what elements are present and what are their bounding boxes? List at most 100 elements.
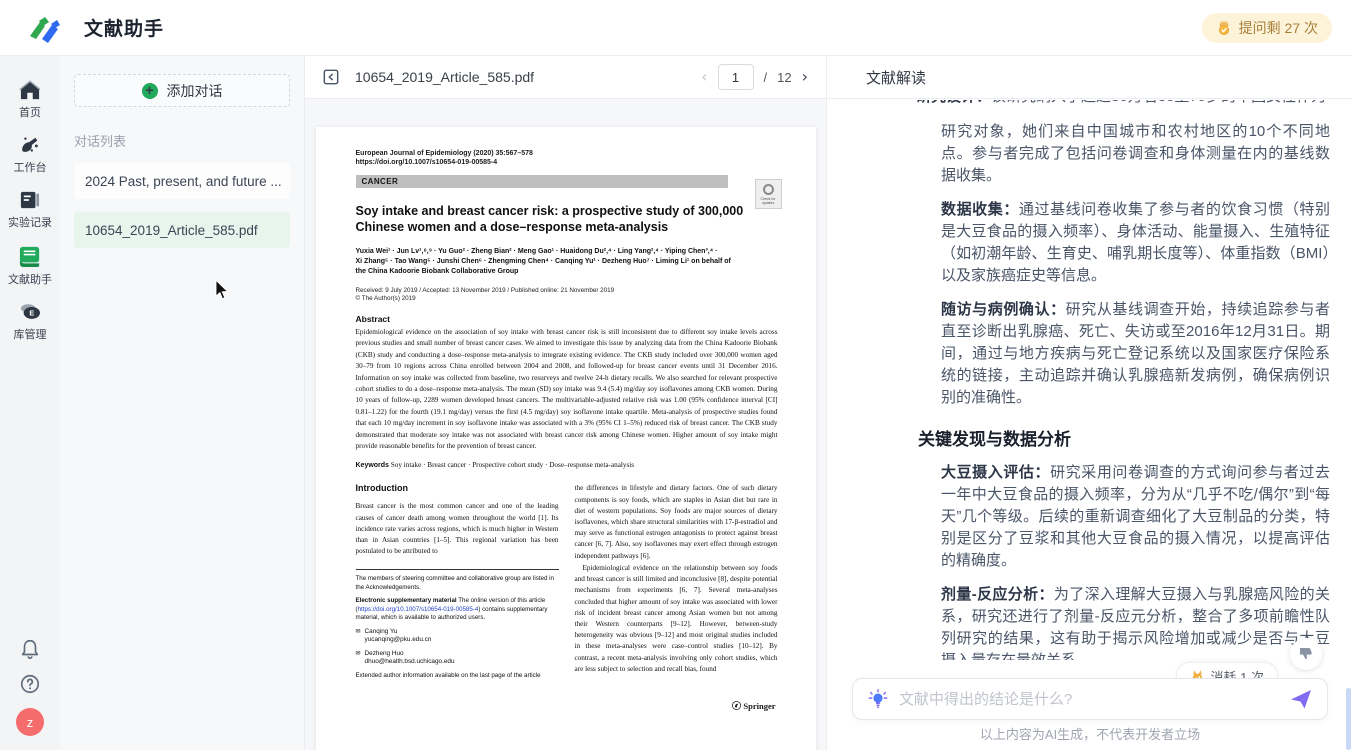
- database-icon: E: [18, 302, 42, 322]
- footnote-rule: [356, 569, 559, 570]
- introduction-heading: Introduction: [356, 483, 559, 493]
- contact-name: Canqing Yu: [365, 628, 398, 635]
- authors-line-2: Xi Zhang⁵ · Tao Wang⁵ · Junshi Chen⁶ · Z…: [356, 257, 778, 267]
- footnote-esm: Electronic supplementary material The on…: [356, 597, 559, 622]
- authors-line-3: the China Kadoorie Biobank Collaborative…: [356, 267, 778, 277]
- received-dates: Received: 9 July 2019 / Accepted: 13 Nov…: [356, 287, 778, 303]
- sidebar-item-home[interactable]: 首页: [19, 80, 41, 120]
- page-total: 12: [777, 70, 791, 85]
- analysis-paragraph-1: 研究对象，她们来自中国城市和农村地区的10个不同地点。参与者完成了包括问卷调查和…: [941, 121, 1330, 187]
- conversation-item[interactable]: 2024 Past, present, and future ...: [74, 163, 290, 199]
- paper-authors: Yuxia Wei¹ · Jun Lv¹,⁸,⁹ · Yu Guo² · Zhe…: [356, 247, 778, 277]
- footnote-members: The members of steering committee and co…: [356, 575, 559, 592]
- paragraph-label: 随访与病例确认：: [941, 301, 1066, 318]
- user-avatar[interactable]: z: [16, 708, 44, 736]
- doi-link[interactable]: https://doi.org/10.1007/s10654-019-00585…: [358, 606, 479, 613]
- updates-ring-icon: [763, 184, 774, 195]
- sidebar-item-experiments[interactable]: 实验记录: [8, 190, 52, 230]
- conversation-panel: + 添加对话 对话列表 2024 Past, present, and futu…: [60, 56, 305, 750]
- next-page-button[interactable]: ›: [802, 69, 808, 85]
- abstract-text: Epidemiological evidence on the associat…: [356, 327, 778, 452]
- pdf-page: European Journal of Epidemiology (2020) …: [316, 127, 816, 750]
- plus-icon: +: [142, 83, 158, 99]
- keywords-line: Keywords Soy intake · Breast cancer · Pr…: [356, 461, 778, 469]
- esm-label: Electronic supplementary material: [356, 597, 457, 604]
- contact-email: dhuo@health.bsd.uchicago.edu: [365, 658, 455, 665]
- keywords-text: Soy intake · Breast cancer · Prospective…: [391, 461, 634, 469]
- add-conversation-button[interactable]: + 添加对话: [74, 74, 290, 107]
- mail-icon: ✉: [356, 628, 361, 645]
- collapse-panel-icon[interactable]: [323, 69, 339, 85]
- conversation-item-active[interactable]: 10654_2019_Article_585.pdf: [74, 212, 290, 248]
- sidebar-item-label: 库管理: [14, 326, 47, 342]
- introduction-text: Breast cancer is the most common cancer …: [356, 501, 559, 557]
- paper-title: Soy intake and breast cancer risk: a pro…: [356, 203, 786, 235]
- scrollbar-thumb[interactable]: [1346, 688, 1351, 750]
- chat-input[interactable]: [899, 691, 1279, 708]
- analysis-paragraph-4: 大豆摄入评估：研究采用问卷调查的方式询问参与者过去一年中大豆食品的摄入频率，分为…: [941, 462, 1330, 572]
- doi-line: https://doi.org/10.1007/s10654-019-00585…: [356, 158, 778, 167]
- springer-horse-icon: [732, 701, 741, 710]
- sidebar-item-library[interactable]: E 库管理: [14, 302, 47, 342]
- abstract-heading: Abstract: [356, 314, 778, 324]
- top-header: 文献助手 提问剩 27 次: [0, 0, 1352, 56]
- authors-line-1: Yuxia Wei¹ · Jun Lv¹,⁸,⁹ · Yu Guo² · Zhe…: [356, 247, 778, 257]
- pdf-toolbar: 10654_2019_Article_585.pdf ‹ / 12 ›: [305, 56, 826, 99]
- pdf-filename: 10654_2019_Article_585.pdf: [355, 69, 534, 85]
- pdf-viewer-panel: 10654_2019_Article_585.pdf ‹ / 12 › Euro…: [305, 56, 827, 750]
- springer-logo: Springer: [575, 701, 778, 711]
- section-tag-band: CANCER: [356, 175, 728, 188]
- analysis-section-heading: 关键发现与数据分析: [918, 425, 1330, 450]
- corresponding-author-1: ✉ Canqing Yu yucanqing@pku.edu.cn: [356, 628, 559, 645]
- received-line: Received: 9 July 2019 / Accepted: 13 Nov…: [356, 287, 778, 295]
- sidebar-item-label: 工作台: [14, 159, 47, 175]
- sidebar-bottom: z: [0, 638, 60, 736]
- lightbulb-icon: [867, 688, 889, 710]
- analysis-panel: 文献解读 研究设计：该研究纳入了超过30万名30至79岁的中国女性作为 研究对象…: [828, 56, 1352, 750]
- thumbs-down-icon: [1298, 646, 1314, 662]
- analysis-paragraph-5: 剂量-反应分析：为了深入理解大豆摄入与乳腺癌风险的关系，研究还进行了剂量-反应元…: [941, 584, 1330, 660]
- conversation-list-label: 对话列表: [74, 131, 290, 150]
- left-column: Introduction Breast cancer is the most c…: [356, 483, 559, 710]
- section-tag: CANCER: [356, 177, 399, 186]
- ai-disclaimer: 以上内容为AI生成，不代表开发者立场: [828, 724, 1352, 743]
- updates-caption: Check for updates: [756, 197, 781, 205]
- prev-page-button[interactable]: ‹: [701, 69, 707, 85]
- app-window: 文献助手 提问剩 27 次 首页: [0, 0, 1352, 750]
- right-col-paragraph-2: Epidemiological evidence on the relation…: [575, 563, 778, 675]
- sidebar-item-literature-assistant[interactable]: 文献助手: [8, 245, 52, 287]
- clipped-line: 研究设计：该研究纳入了超过30万名30至79岁的中国女性作为: [916, 100, 1330, 109]
- quota-badge[interactable]: 提问剩 27 次: [1202, 13, 1332, 43]
- svg-text:E: E: [29, 309, 34, 318]
- right-column: the differences in lifestyle and dietary…: [575, 483, 778, 710]
- medal-icon: [1216, 20, 1232, 36]
- home-icon: [19, 80, 41, 100]
- analysis-panel-title: 文献解读: [866, 67, 926, 88]
- paragraph-label: 剂量-反应分析：: [941, 586, 1054, 603]
- avatar-letter: z: [27, 715, 34, 730]
- copyright-line: © The Author(s) 2019: [356, 295, 778, 303]
- page-navigation: ‹ / 12 ›: [701, 64, 808, 90]
- contact-name: Dezheng Huo: [365, 650, 404, 657]
- help-icon[interactable]: [19, 673, 41, 695]
- sidebar-item-label: 文献助手: [8, 271, 52, 287]
- page-number-input[interactable]: [718, 64, 754, 90]
- quota-badge-label: 提问剩 27 次: [1239, 18, 1318, 38]
- corresponding-author-2: ✉ Dezheng Huo dhuo@health.bsd.uchicago.e…: [356, 650, 559, 667]
- pdf-canvas-area[interactable]: European Journal of Epidemiology (2020) …: [305, 99, 826, 750]
- journal-line: European Journal of Epidemiology (2020) …: [356, 149, 778, 158]
- page-separator: /: [764, 70, 768, 85]
- send-icon[interactable]: [1289, 687, 1313, 711]
- add-conversation-label: 添加对话: [167, 81, 223, 101]
- sidebar: 首页 工作台 实验记录: [0, 56, 60, 750]
- sidebar-item-workbench[interactable]: 工作台: [14, 135, 47, 175]
- notifications-bell-icon[interactable]: [19, 638, 41, 660]
- right-col-paragraph-1: the differences in lifestyle and dietary…: [575, 483, 778, 561]
- analysis-paragraph-2: 数据收集：通过基线问卷收集了参与者的饮食习惯（特别是大豆食品的摄入频率）、身体活…: [941, 199, 1330, 287]
- keywords-label: Keywords: [356, 462, 389, 469]
- extended-author-info: Extended author information available on…: [356, 672, 559, 679]
- feedback-thumbs-down-button[interactable]: [1290, 638, 1322, 670]
- green-book-icon: [18, 245, 42, 267]
- mouse-cursor: [214, 280, 232, 300]
- analysis-content[interactable]: 研究设计：该研究纳入了超过30万名30至79岁的中国女性作为 研究对象，她们来自…: [828, 100, 1338, 660]
